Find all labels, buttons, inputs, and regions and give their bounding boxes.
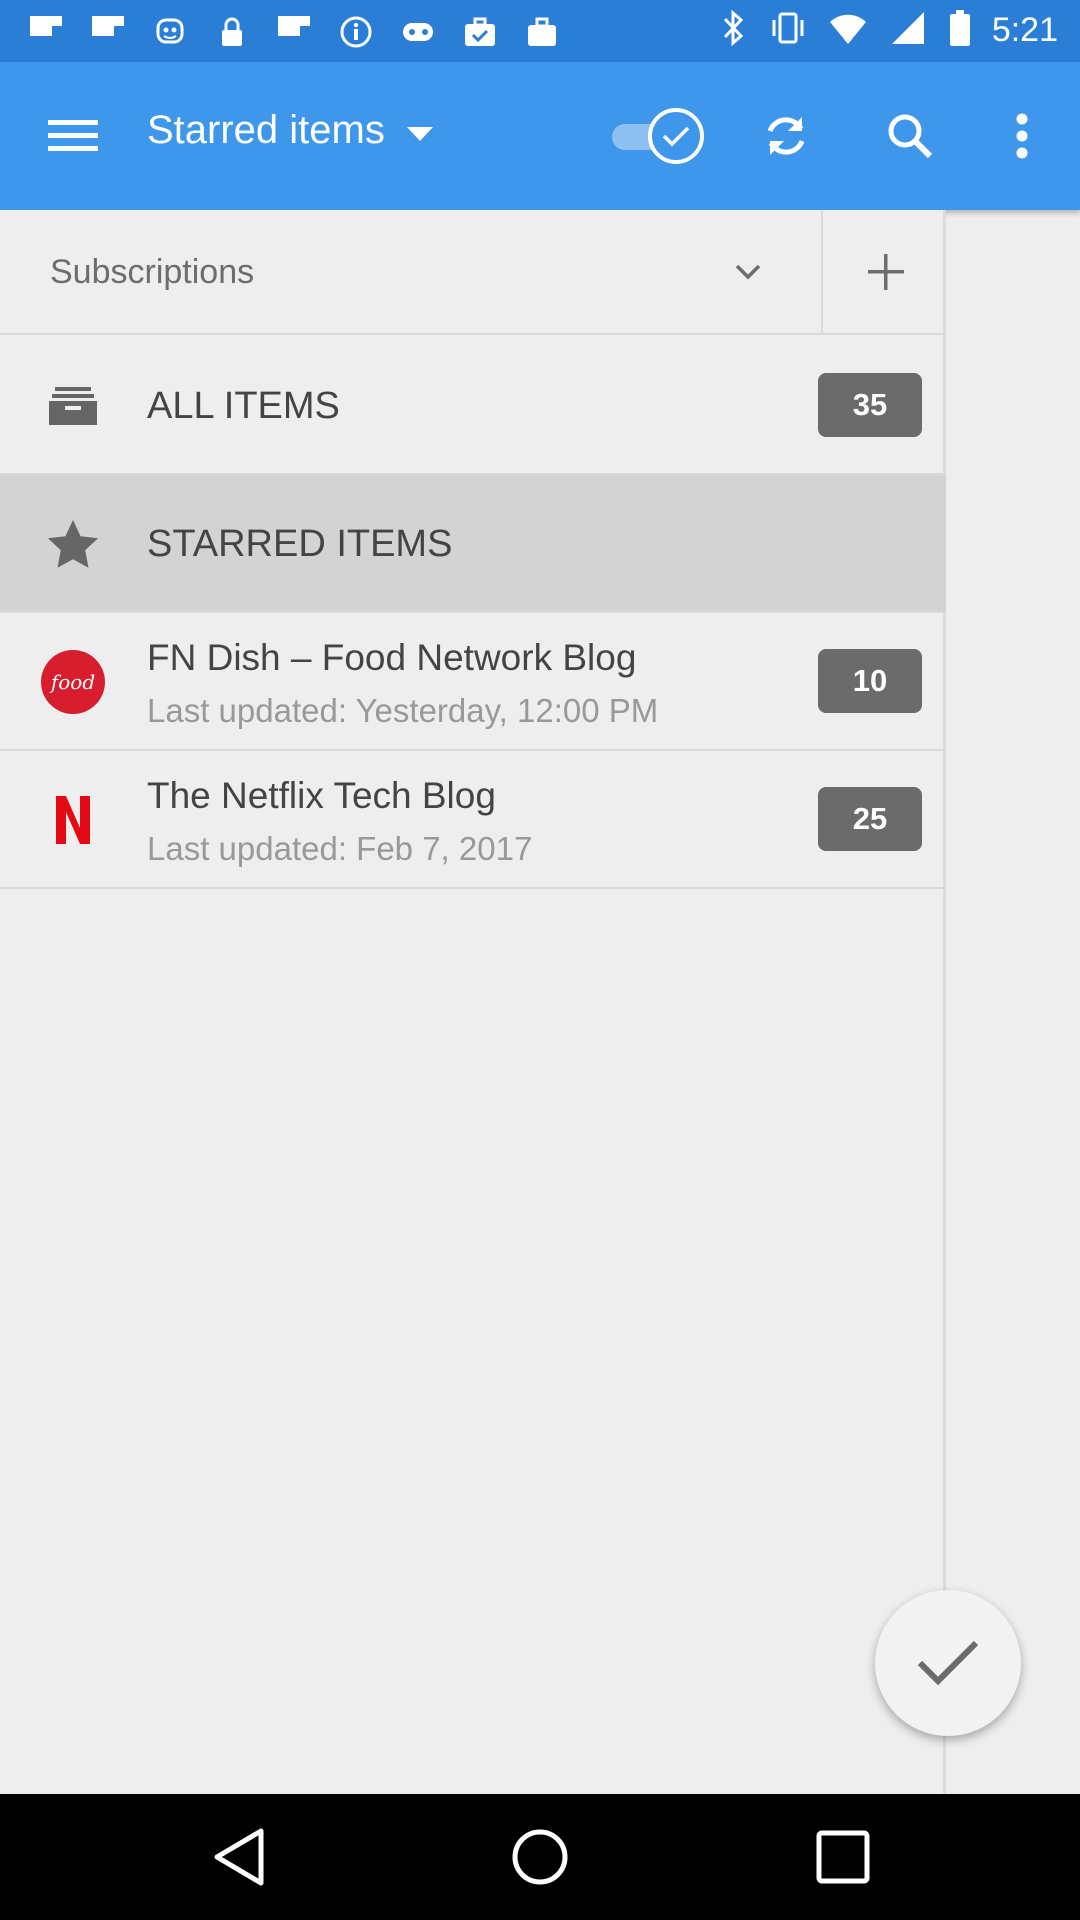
food-network-icon: food <box>40 650 106 714</box>
lock-icon <box>212 12 252 52</box>
menu-icon[interactable] <box>34 106 112 166</box>
bag-icon <box>522 12 562 52</box>
netflix-icon <box>40 790 106 850</box>
check-icon <box>917 1640 979 1686</box>
game-icon <box>398 12 438 52</box>
svg-text:food: food <box>49 670 95 694</box>
vibrate-icon <box>768 8 808 53</box>
bluetooth-icon <box>718 8 748 53</box>
unread-count-badge: 25 <box>818 787 922 851</box>
info-icon <box>336 12 376 52</box>
recents-icon[interactable] <box>808 1822 878 1892</box>
list-item-fn-dish[interactable]: food FN Dish – Food Network Blog Last up… <box>0 613 946 751</box>
list-item-all-items[interactable]: ALL ITEMS 35 <box>0 337 946 475</box>
toggle-check-icon[interactable] <box>612 108 704 164</box>
list-item-subtitle: Last updated: Yesterday, 12:00 PM <box>147 692 659 729</box>
refresh-icon[interactable] <box>756 106 816 166</box>
status-bar: 5:21 <box>0 0 1080 62</box>
unread-count-badge: 10 <box>818 649 922 713</box>
list-item-starred-items[interactable]: STARRED ITEMS <box>0 475 946 613</box>
star-icon <box>40 514 106 574</box>
system-status: 5:21 <box>718 8 1058 53</box>
page-title: Starred items <box>147 108 385 152</box>
unread-count-badge: 35 <box>818 373 922 437</box>
header-divider <box>821 210 823 335</box>
list-item-title: STARRED ITEMS <box>147 523 453 565</box>
mark-all-read-button[interactable] <box>875 1590 1021 1736</box>
flipboard-icon <box>274 12 314 52</box>
subscriptions-drawer: Subscriptions ALL ITEMS 35 STARRED ITEMS… <box>0 210 946 1794</box>
navigation-bar <box>0 1794 1080 1920</box>
inbox-icon <box>40 376 106 436</box>
view-selector[interactable]: Starred items <box>147 108 433 153</box>
list-item-title: The Netflix Tech Blog <box>147 775 496 816</box>
back-icon[interactable] <box>203 1822 273 1892</box>
subscriptions-label: Subscriptions <box>50 253 255 291</box>
notification-icons <box>26 12 562 52</box>
chevron-down-icon[interactable] <box>718 252 778 292</box>
flipboard-icon <box>88 12 128 52</box>
clock: 5:21 <box>991 11 1058 49</box>
bot-icon <box>150 12 190 52</box>
list-item-title: ALL ITEMS <box>147 385 340 427</box>
more-vert-icon[interactable] <box>992 106 1052 166</box>
toggle-knob <box>648 108 704 164</box>
flipboard-icon <box>26 12 66 52</box>
home-icon[interactable] <box>505 1822 575 1892</box>
wifi-icon <box>828 8 868 53</box>
list-item-title: FN Dish – Food Network Blog <box>147 637 637 678</box>
caret-down-icon <box>406 108 433 153</box>
add-subscription-icon[interactable] <box>856 242 916 302</box>
list-item-subtitle: Last updated: Feb 7, 2017 <box>147 830 533 867</box>
search-icon[interactable] <box>880 106 940 166</box>
subscriptions-header: Subscriptions <box>0 210 946 335</box>
battery-icon <box>948 8 972 53</box>
app-bar: Starred items <box>0 62 1080 210</box>
list-item-netflix-tech-blog[interactable]: The Netflix Tech Blog Last updated: Feb … <box>0 751 946 889</box>
briefcase-check-icon <box>460 12 500 52</box>
signal-icon <box>888 8 928 53</box>
